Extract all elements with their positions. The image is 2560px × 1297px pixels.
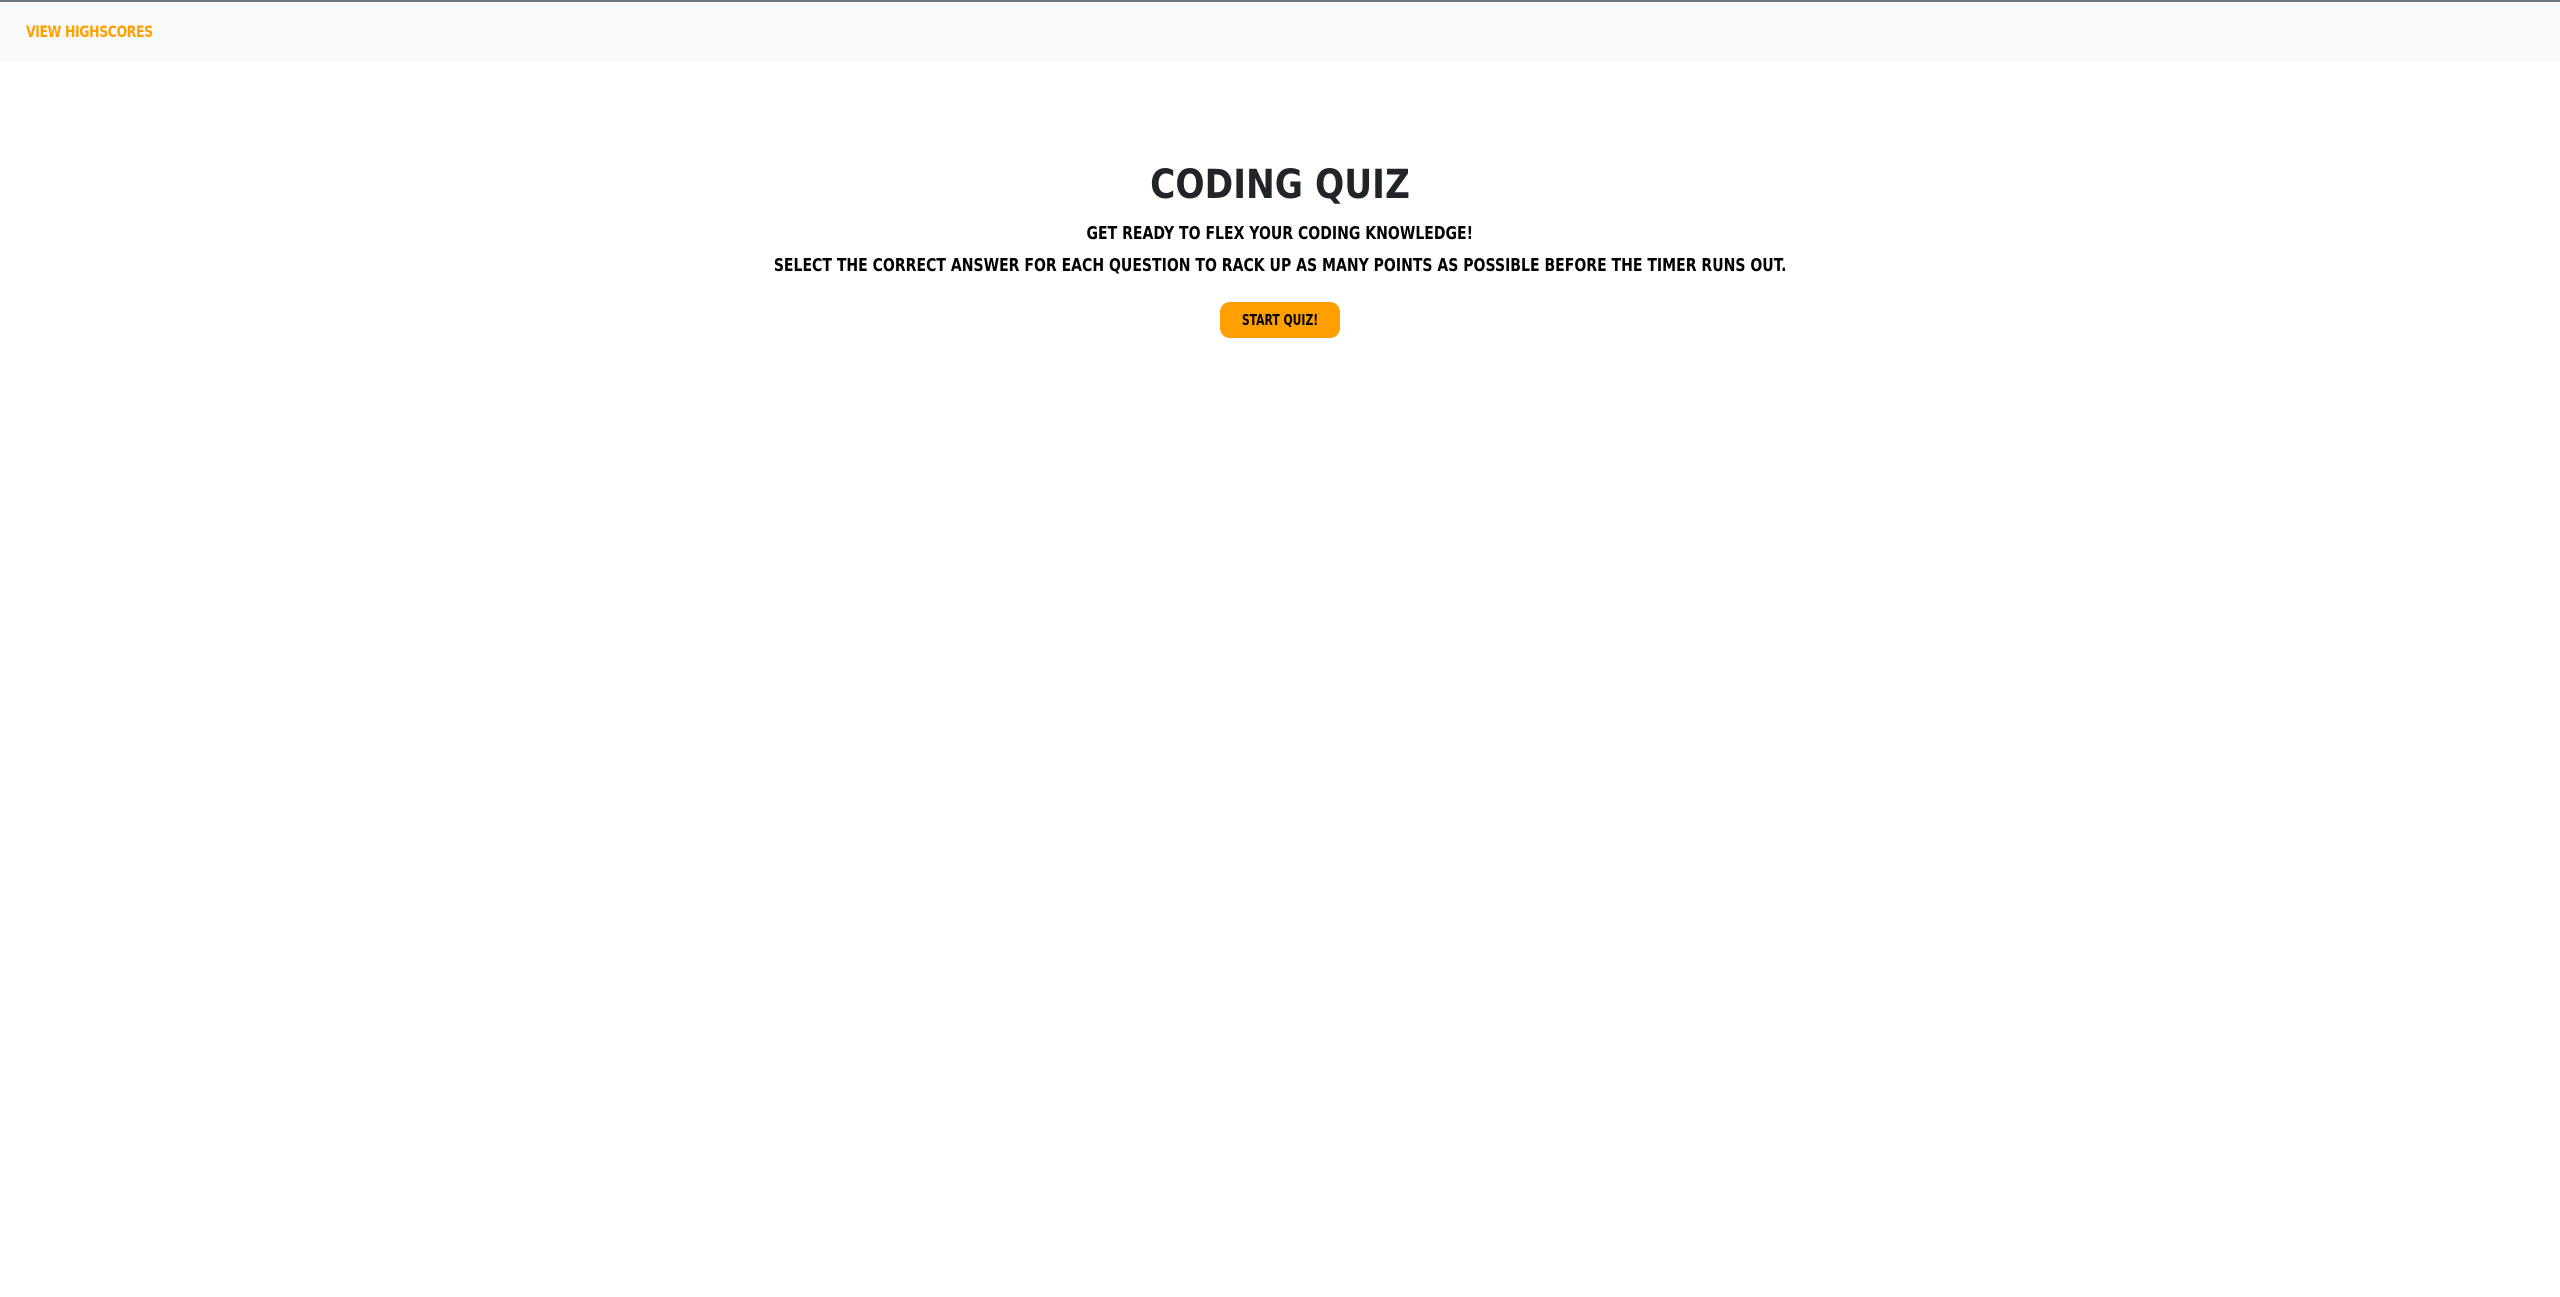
title-row: Coding Quiz	[0, 152, 2560, 218]
subtitle-line-1: Get ready to flex your coding knowledge!	[1086, 223, 1474, 244]
quiz-intro: Coding Quiz Get ready to flex your codin…	[0, 152, 2560, 340]
start-button-wrap: Start Quiz!	[0, 302, 2560, 340]
view-highscores-link[interactable]: View Highscores	[26, 22, 153, 41]
page-title: Coding Quiz	[1150, 162, 1410, 208]
start-quiz-label: Start Quiz!	[1241, 311, 1319, 329]
navbar: View Highscores	[0, 2, 2560, 62]
subtitle-row-2: Select the correct answer for each quest…	[0, 250, 2560, 282]
subtitle-line-2: Select the correct answer for each quest…	[773, 255, 1787, 276]
subtitle-row-1: Get ready to flex your coding knowledge!	[0, 218, 2560, 250]
start-quiz-button[interactable]: Start Quiz!	[1219, 302, 1341, 338]
